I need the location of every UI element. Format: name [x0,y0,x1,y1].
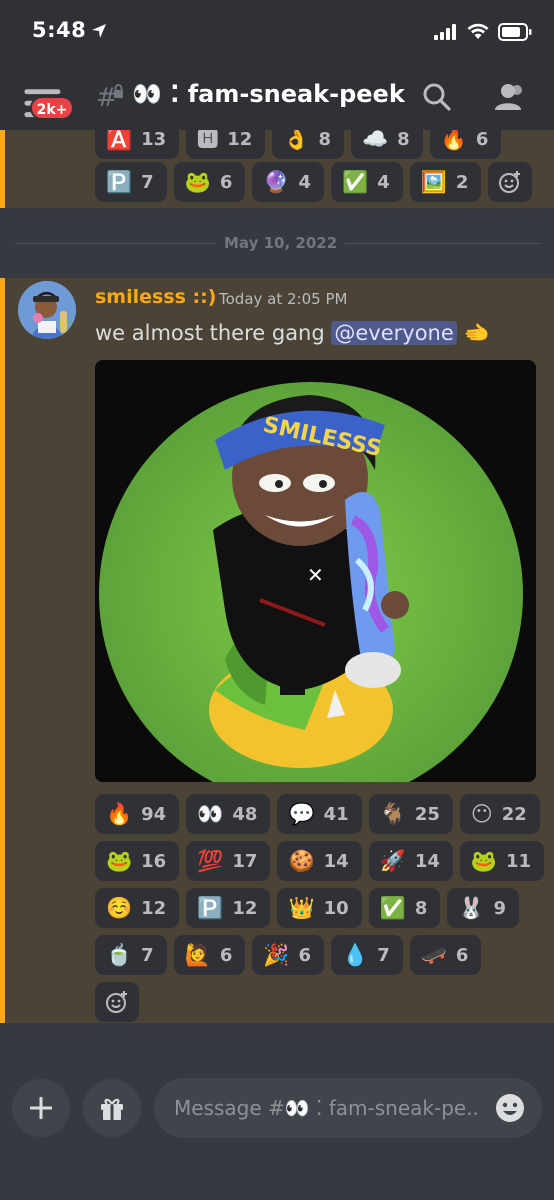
gift-button[interactable] [83,1079,141,1137]
everyone-mention[interactable]: @everyone [331,321,457,345]
emoji-picker-icon[interactable] [494,1092,526,1124]
reaction-h-button[interactable]: 🅷 12 [186,130,266,159]
cellular-signal-icon [434,24,456,40]
svg-text:✕: ✕ [307,563,324,587]
reaction-picture-button[interactable]: 🖼️ 2 [409,162,482,202]
reaction-check-button[interactable]: ✅ 8 [368,888,441,928]
reaction-check-button[interactable]: ✅ 4 [331,162,403,202]
message-list[interactable]: 🅰️ 13 🅷 12 👌 8 ☁️ 8 🔥 6 🅿️ 7 🐸 6 🔮 4 ✅ 4 🖼️ 2 May … [0,130,554,1065]
reaction-cookie-button[interactable]: 🍪 14 [277,841,362,881]
reaction-fire-button[interactable]: 🔥 94 [95,794,180,834]
channel-title[interactable]: 👀 ⁚ fam-sneak-peek [132,80,405,108]
message-text: we almost there gang @everyone 🫲 [95,321,490,346]
reaction-row: 🍵 7 🙋 6 🎉 6 💧 7 🛹 6 [95,935,482,975]
mention-highlight-bar [0,278,5,1023]
avatar[interactable] [18,281,76,339]
reaction-rabbit-button[interactable]: 🐰 9 [447,888,520,928]
image-attachment[interactable]: ✕ SMILESSS [95,360,536,782]
status-time: 5:48 [32,18,87,42]
reaction-row: ☺️ 12 🅿️ 12 👑 10 ✅ 8 🐰 9 [95,888,520,928]
reaction-orb-button[interactable]: 🔮 4 [252,162,325,202]
mention-highlight-bar [0,130,5,208]
reaction-raised-hand-button[interactable]: 🙋 6 [173,935,246,975]
reaction-frog-button[interactable]: 🐸 16 [95,841,180,881]
wifi-icon [467,23,489,39]
reaction-crown-button[interactable]: 👑 10 [277,888,362,928]
status-bar: 5:48 [0,0,554,64]
reaction-party-button[interactable]: 🎉 6 [252,935,325,975]
message-trailing-emoji: 🫲 [463,321,490,345]
add-reaction-icon [499,171,521,193]
date-divider: May 10, 2022 [216,234,346,252]
message-body: we almost there gang [95,321,332,345]
reaction-row: 🅿️ 7 🐸 6 🔮 4 ✅ 4 🖼️ 2 [95,162,533,202]
reaction-a-button[interactable]: 🅰️ 13 [95,130,180,159]
search-icon[interactable] [422,82,452,112]
battery-icon [498,23,532,41]
members-list-icon[interactable] [492,82,526,112]
reaction-rocket-button[interactable]: 🚀 14 [368,841,453,881]
message-author[interactable]: smilesss ::) [95,286,216,308]
reaction-fire-button[interactable]: 🔥 6 [429,130,502,159]
reaction-row [95,982,139,1022]
reaction-p-button[interactable]: 🅿️ 7 [95,162,167,202]
reaction-cloud-button[interactable]: ☁️ 8 [350,130,423,159]
add-reaction-icon [106,991,127,1013]
reaction-ok-hand-button[interactable]: 👌 8 [272,130,344,159]
user-avatar-image [18,281,76,339]
message-list-bottom [0,1023,554,1065]
reaction-tea-button[interactable]: 🍵 7 [95,935,167,975]
reaction-pepe-button[interactable]: 🐸 11 [459,841,545,881]
reaction-droplet-button[interactable]: 💧 7 [331,935,403,975]
attach-button[interactable] [12,1079,70,1137]
message-input[interactable] [154,1078,542,1138]
message-composer [0,1065,554,1200]
reaction-goat-button[interactable]: 🐐 25 [368,794,453,834]
reaction-row: 🐸 16 💯 17 🍪 14 🚀 14 🐸 11 [95,841,545,881]
add-reaction-button[interactable] [488,162,533,202]
location-arrow-icon [92,24,106,38]
notification-badge: 2k+ [30,96,74,120]
reaction-speech-button[interactable]: 💬 41 [277,794,362,834]
reaction-face-button[interactable]: 😶 22 [459,794,540,834]
add-reaction-button[interactable] [95,982,139,1022]
reaction-row: 🔥 94 👀 48 💬 41 🐐 25 😶 22 [95,794,540,834]
reaction-skateboard-button[interactable]: 🛹 6 [409,935,482,975]
plus-icon [30,1097,52,1119]
reaction-row: 🅰️ 13 🅷 12 👌 8 ☁️ 8 🔥 6 [95,130,502,159]
message-timestamp: Today at 2:05 PM [219,290,348,308]
reaction-p-button[interactable]: 🅿️ 12 [186,888,271,928]
reaction-eyes-button[interactable]: 👀 48 [186,794,271,834]
locked-channel-hash-icon: # [96,84,123,110]
reaction-frog-button[interactable]: 🐸 6 [173,162,246,202]
attachment-image-figurine: ✕ SMILESSS [95,360,536,782]
gift-icon [101,1098,123,1120]
reaction-hundred-button[interactable]: 💯 17 [186,841,271,881]
reaction-smile-button[interactable]: ☺️ 12 [95,888,180,928]
